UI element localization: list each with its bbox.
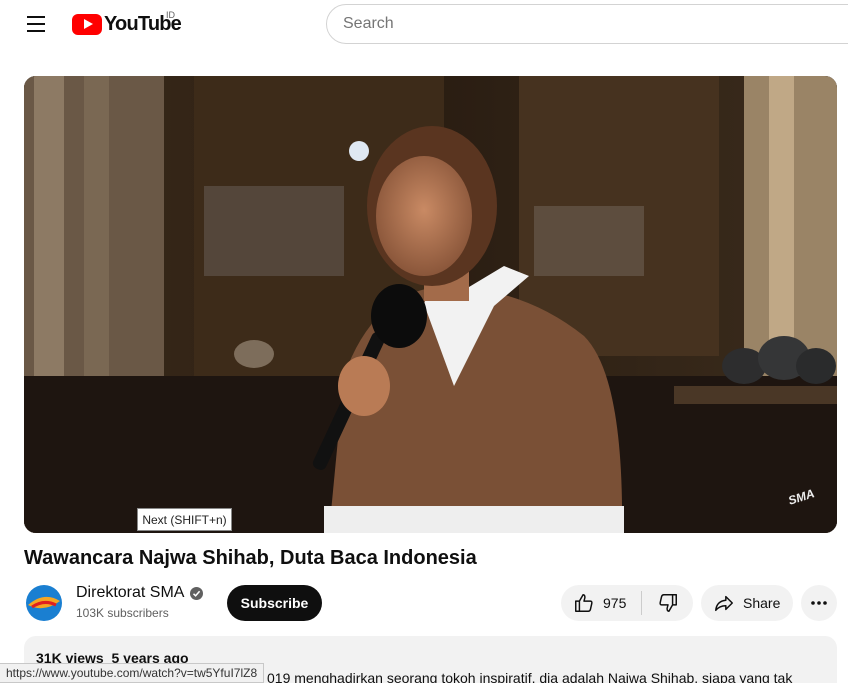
like-count: 975 xyxy=(603,595,627,611)
more-horizontal-icon xyxy=(811,601,827,605)
subscriber-count: 103K subscribers xyxy=(76,606,169,620)
video-frame xyxy=(24,76,837,533)
youtube-play-icon xyxy=(72,13,102,35)
description-text: 019 menghadirkan seorang tokoh inspirati… xyxy=(267,670,793,683)
channel-avatar[interactable] xyxy=(24,583,64,623)
like-dislike-group: 975 xyxy=(561,585,693,621)
share-label: Share xyxy=(743,595,781,611)
thumbs-down-icon xyxy=(658,594,677,612)
channel-name-text: Direktorat SMA xyxy=(76,584,185,601)
country-code: ID xyxy=(166,10,175,20)
dislike-button[interactable] xyxy=(642,585,693,621)
verified-icon xyxy=(190,586,204,600)
channel-name[interactable]: Direktorat SMA xyxy=(76,584,204,602)
menu-icon[interactable] xyxy=(18,10,54,38)
link-status-bar: https://www.youtube.com/watch?v=tw5YfuI7… xyxy=(0,663,265,683)
share-icon xyxy=(715,595,733,612)
channel-logo-icon xyxy=(26,585,62,621)
video-player[interactable] xyxy=(24,76,837,533)
video-title: Wawancara Najwa Shihab, Duta Baca Indone… xyxy=(24,547,477,569)
thumbs-up-icon xyxy=(575,594,593,612)
like-button[interactable]: 975 xyxy=(561,585,641,621)
more-actions-button[interactable] xyxy=(801,585,837,621)
next-tooltip: Next (SHIFT+n) xyxy=(137,508,232,531)
search-input[interactable] xyxy=(326,4,848,44)
subscribe-button[interactable]: Subscribe xyxy=(227,585,322,621)
youtube-logo[interactable]: YouTube xyxy=(72,12,182,36)
share-button[interactable]: Share xyxy=(701,585,793,621)
